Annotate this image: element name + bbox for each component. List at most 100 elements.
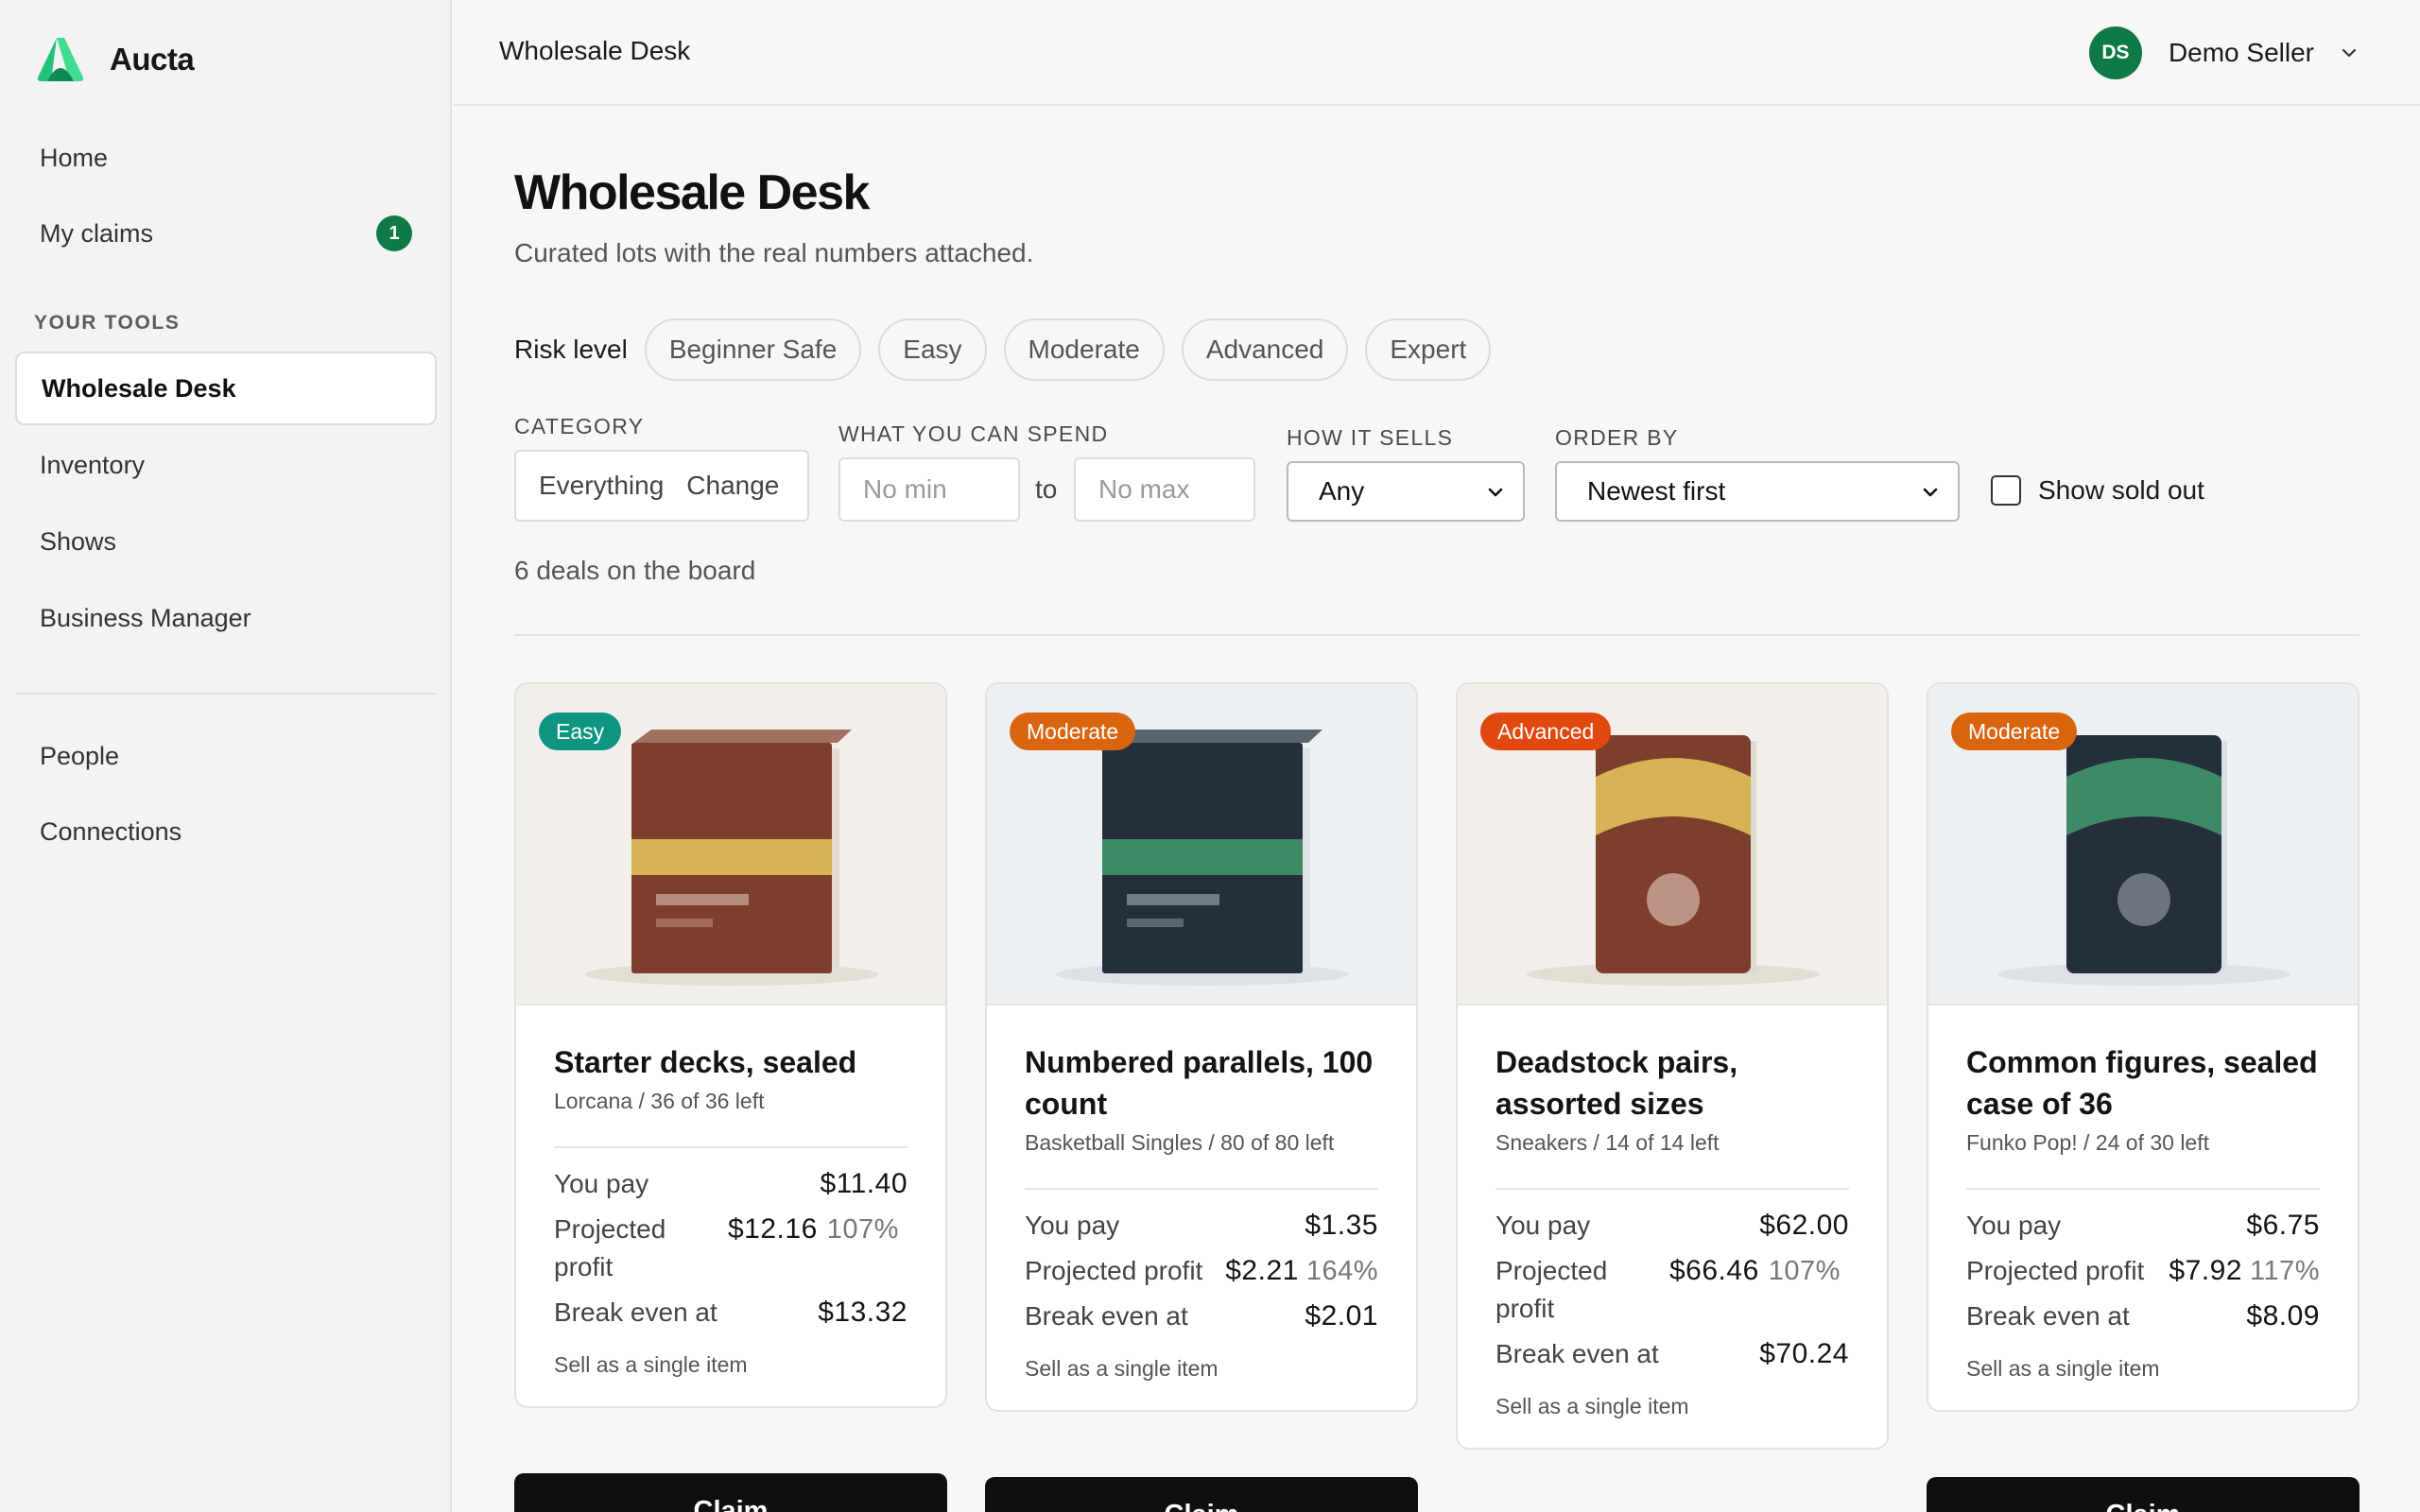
sidebar-item-business-manager[interactable]: Business Manager — [15, 581, 437, 655]
category-label: CATEGORY — [514, 414, 645, 438]
sell-method: Sell as a single item — [1495, 1394, 1689, 1418]
projected-profit-value: $12.16 — [728, 1213, 818, 1245]
deal-image: Moderate — [987, 684, 1416, 1005]
brand-name: Aucta — [110, 42, 195, 77]
select-caret-icon — [1488, 488, 1503, 497]
min-price-placeholder: No min — [863, 474, 947, 504]
sidebar-item-label: Home — [40, 143, 109, 172]
max-price-placeholder: No max — [1098, 474, 1190, 504]
sell-method: Sell as a single item — [1025, 1356, 1219, 1381]
deal-title: Numbered parallels, 100 count — [1025, 1045, 1374, 1121]
sidebar-item-label: Wholesale Desk — [42, 373, 236, 403]
projected-profit-label: Projected profit — [554, 1214, 666, 1281]
break-even-value: $13.32 — [818, 1297, 908, 1328]
sidebar-divider — [15, 693, 437, 695]
deal-image: Moderate — [1928, 684, 2358, 1005]
you-pay-label: You pay — [1966, 1211, 2062, 1240]
break-even-label: Break even at — [1025, 1301, 1188, 1331]
category-selector: Everything Change — [514, 450, 809, 522]
deal-image: Advanced — [1458, 684, 1887, 1005]
risk-chip-expert[interactable]: Expert — [1365, 318, 1492, 381]
deal-count: 6 deals on the board — [514, 556, 756, 585]
deal-card[interactable]: Easy Starter decks, sealed Lorcana / 36 … — [514, 682, 947, 1408]
page-title: Wholesale Desk — [514, 165, 870, 220]
deal-meta: Basketball Singles / 80 of 80 left — [1025, 1130, 1335, 1155]
break-even-value: $2.01 — [1305, 1300, 1378, 1332]
order-by-select[interactable]: Newest first — [1555, 461, 1960, 522]
projected-profit-label: Projected profit — [1966, 1256, 2145, 1285]
sidebar-item-people[interactable]: People — [15, 719, 437, 793]
deal-title: Common figures, sealed case of 36 — [1966, 1045, 2318, 1121]
break-even-label: Break even at — [1495, 1339, 1659, 1368]
order-by-label: ORDER BY — [1555, 425, 1679, 450]
show-sold-out-checkbox[interactable] — [1991, 475, 2021, 506]
risk-chip-advanced[interactable]: Advanced — [1181, 318, 1349, 381]
deal-divider — [1495, 1188, 1849, 1190]
you-pay-value: $6.75 — [2246, 1210, 2320, 1241]
projected-profit-percent: 107% — [826, 1214, 899, 1245]
page-subtitle: Curated lots with the real numbers attac… — [514, 238, 1034, 267]
deal-details: Deadstock pairs, assorted sizes Sneakers… — [1458, 1005, 1887, 1448]
show-sold-out-label: Show sold out — [2038, 475, 2204, 505]
sidebar-item-wholesale-desk[interactable]: Wholesale Desk — [15, 352, 437, 425]
risk-chip-easy[interactable]: Easy — [878, 318, 987, 381]
deal-title: Deadstock pairs, assorted sizes — [1495, 1045, 1738, 1121]
risk-chip-beginner-safe[interactable]: Beginner Safe — [644, 318, 862, 381]
deal-details: Numbered parallels, 100 count Basketball… — [987, 1005, 1416, 1410]
select-caret-icon — [1923, 488, 1938, 497]
top-bar: Wholesale Desk DS Demo Seller — [454, 0, 2420, 106]
deal-details: Starter decks, sealed Lorcana / 36 of 36… — [516, 1005, 945, 1406]
sidebar-item-label: Inventory — [40, 450, 146, 479]
deal-card[interactable]: Advanced Deadstock pairs, assorted sizes… — [1456, 682, 1889, 1450]
sidebar: Aucta Home My claims 1 YOUR TOOLS Wholes… — [0, 0, 452, 1512]
category-change-link[interactable]: Change — [686, 471, 779, 501]
deal-meta: Funko Pop! / 24 of 30 left — [1966, 1130, 2209, 1155]
sidebar-item-label: People — [40, 741, 120, 770]
brand[interactable]: Aucta — [36, 36, 195, 83]
sidebar-item-shows[interactable]: Shows — [15, 505, 437, 578]
claim-button[interactable]: Claim — [514, 1473, 947, 1512]
deal-divider — [1966, 1188, 2320, 1190]
projected-profit-percent: 107% — [1768, 1256, 1841, 1286]
content-divider — [514, 634, 2360, 636]
deal-meta: Lorcana / 36 of 36 left — [554, 1089, 765, 1113]
claim-button[interactable]: Claim — [1927, 1477, 2360, 1512]
claims-count-badge: 1 — [376, 215, 412, 251]
sidebar-item-my-claims[interactable]: My claims 1 — [15, 197, 437, 270]
break-even-label: Break even at — [1966, 1301, 2130, 1331]
min-price-input[interactable]: No min — [838, 457, 1020, 522]
deal-card[interactable]: Moderate Common figures, sealed case of … — [1927, 682, 2360, 1412]
topbar-title: Wholesale Desk — [499, 36, 691, 65]
break-even-value: $70.24 — [1759, 1338, 1849, 1369]
sidebar-item-label: Business Manager — [40, 603, 251, 632]
deal-card[interactable]: Moderate Numbered parallels, 100 count B… — [985, 682, 1418, 1412]
show-sold-out-toggle[interactable]: Show sold out — [1991, 475, 2204, 506]
sidebar-item-label: Shows — [40, 526, 117, 556]
max-price-input[interactable]: No max — [1074, 457, 1255, 522]
risk-level-label: Risk level — [514, 335, 628, 364]
sidebar-item-home[interactable]: Home — [15, 121, 437, 195]
sidebar-item-inventory[interactable]: Inventory — [15, 428, 437, 502]
user-menu[interactable]: DS Demo Seller — [2088, 26, 2360, 79]
user-name: Demo Seller — [2168, 38, 2314, 67]
risk-chip-moderate[interactable]: Moderate — [1003, 318, 1165, 381]
you-pay-value: $11.40 — [820, 1168, 908, 1199]
risk-badge: Moderate — [1010, 713, 1136, 750]
projected-profit-value: $2.21 — [1225, 1255, 1299, 1286]
how-it-sells-select[interactable]: Any — [1287, 461, 1525, 522]
deal-details: Common figures, sealed case of 36 Funko … — [1928, 1005, 2358, 1410]
deal-image: Easy — [516, 684, 945, 1005]
sell-method: Sell as a single item — [554, 1352, 748, 1377]
projected-profit-label: Projected profit — [1025, 1256, 1203, 1285]
sidebar-item-connections[interactable]: Connections — [15, 795, 437, 868]
risk-badge: Moderate — [1951, 713, 2078, 750]
risk-badge: Advanced — [1480, 713, 1612, 750]
you-pay-label: You pay — [554, 1169, 649, 1198]
deal-meta: Sneakers / 14 of 14 left — [1495, 1130, 1720, 1155]
deal-divider — [1025, 1188, 1378, 1190]
risk-badge: Easy — [539, 713, 622, 750]
chevron-down-icon — [2342, 48, 2357, 58]
spend-label: WHAT YOU CAN SPEND — [838, 421, 1109, 446]
break-even-value: $8.09 — [2246, 1300, 2320, 1332]
claim-button[interactable]: Claim — [985, 1477, 1418, 1512]
